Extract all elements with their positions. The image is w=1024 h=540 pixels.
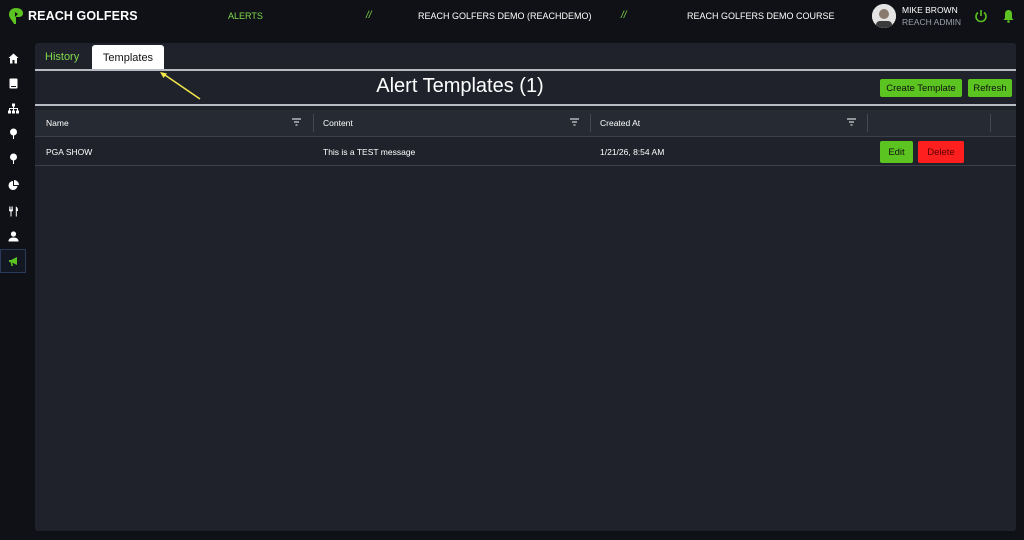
column-header-content[interactable]: Content <box>323 118 353 128</box>
cell-created-at: 1/21/26, 8:54 AM <box>600 147 665 157</box>
top-bar: REACH GOLFERS ALERTS // REACH GOLFERS DE… <box>0 0 1024 34</box>
pin-icon <box>9 153 17 164</box>
delete-button[interactable]: Delete <box>918 141 964 163</box>
pie-chart-icon <box>8 179 19 190</box>
nav-section-alerts[interactable]: ALERTS <box>228 11 263 21</box>
bell-icon[interactable] <box>1002 9 1015 23</box>
tab-bar: History Templates <box>35 43 1016 70</box>
column-divider[interactable] <box>590 114 591 132</box>
filter-icon[interactable] <box>292 118 301 126</box>
title-divider <box>35 104 1016 106</box>
pin-icon <box>9 128 17 139</box>
home-icon <box>8 53 18 63</box>
main-panel: History Templates Alert Templates (1) Cr… <box>35 43 1016 531</box>
sidebar-item-book[interactable] <box>0 71 26 95</box>
column-divider[interactable] <box>313 114 314 132</box>
megaphone-icon <box>8 256 17 266</box>
table-header: Name Content Created At <box>35 110 1016 137</box>
sidebar <box>0 44 26 540</box>
brand[interactable]: REACH GOLFERS <box>8 7 138 25</box>
user-icon <box>8 230 18 241</box>
nav-organization[interactable]: REACH GOLFERS DEMO (REACHDEMO) <box>418 11 592 21</box>
sidebar-item-alerts[interactable] <box>0 249 26 273</box>
avatar[interactable] <box>872 4 896 28</box>
sidebar-item-home[interactable] <box>0 46 26 70</box>
table-row[interactable]: PGA SHOW This is a TEST message 1/21/26,… <box>35 137 1016 166</box>
filter-icon[interactable] <box>847 118 856 126</box>
column-divider[interactable] <box>867 114 868 132</box>
sidebar-item-hierarchy[interactable] <box>0 96 26 120</box>
nav-course[interactable]: REACH GOLFERS DEMO COURSE <box>687 11 835 21</box>
reach-logo-icon <box>9 8 23 24</box>
edit-button[interactable]: Edit <box>880 141 913 163</box>
book-icon <box>9 78 17 88</box>
tab-history[interactable]: History <box>45 51 79 63</box>
sidebar-item-reports[interactable] <box>0 173 26 197</box>
refresh-button[interactable]: Refresh <box>968 79 1012 97</box>
sidebar-item-location-2[interactable] <box>0 146 26 170</box>
column-header-created-at[interactable]: Created At <box>600 118 640 128</box>
user-avatar-icon <box>872 4 896 28</box>
create-template-button[interactable]: Create Template <box>880 79 962 97</box>
cell-name: PGA SHOW <box>46 147 93 157</box>
user-role: REACH ADMIN <box>902 17 962 27</box>
column-divider[interactable] <box>990 114 991 132</box>
utensils-icon <box>8 206 18 216</box>
column-header-name[interactable]: Name <box>46 118 69 128</box>
power-icon[interactable] <box>974 9 988 23</box>
filter-icon[interactable] <box>570 118 579 126</box>
brand-name: REACH GOLFERS <box>28 9 138 23</box>
tab-templates[interactable]: Templates <box>92 45 164 70</box>
sidebar-item-dining[interactable] <box>0 199 26 223</box>
sidebar-item-location-1[interactable] <box>0 121 26 145</box>
sidebar-item-users[interactable] <box>0 224 26 248</box>
user-name: MIKE BROWN <box>902 5 958 15</box>
annotation-arrow-icon <box>160 72 201 100</box>
cell-content: This is a TEST message <box>323 147 416 157</box>
hierarchy-icon <box>7 103 19 113</box>
nav-separator: // <box>366 10 372 21</box>
nav-separator: // <box>621 10 627 21</box>
